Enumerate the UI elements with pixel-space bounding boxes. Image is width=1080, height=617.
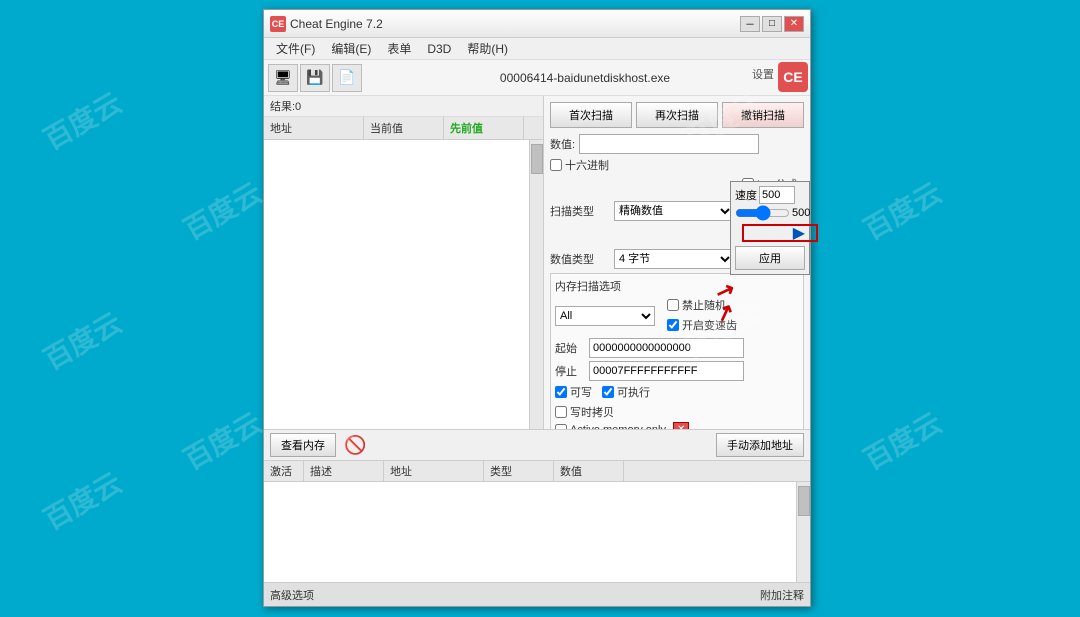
stop-input[interactable] bbox=[589, 361, 744, 381]
addr-table-body bbox=[264, 482, 810, 582]
menu-edit[interactable]: 编辑(E) bbox=[323, 38, 379, 59]
scan-type-select[interactable]: 精确数值 bbox=[614, 201, 734, 221]
cancel-icon[interactable]: 🚫 bbox=[344, 435, 366, 456]
right-panel: 首次扫描 再次扫描 撤销扫描 数值: 十六进制 扫描类型 精确数值 bbox=[544, 96, 810, 429]
speedhack-row: 开启变速齿 bbox=[667, 317, 737, 333]
cow-label: 写时拷贝 bbox=[570, 404, 614, 420]
memory-region-select[interactable]: All bbox=[555, 306, 655, 326]
value-input[interactable] bbox=[579, 134, 759, 154]
hex-label: 十六进制 bbox=[565, 157, 609, 173]
scan-options-group: 内存扫描选项 All 禁止随机 开启变速齿 bbox=[550, 273, 804, 429]
cow-row: 写时拷贝 bbox=[555, 404, 799, 420]
active-memory-label: Active memory only bbox=[570, 424, 666, 430]
speedhack-checkbox[interactable] bbox=[667, 319, 679, 331]
close-button[interactable]: ✕ bbox=[784, 16, 804, 32]
slider-value: 500 bbox=[792, 207, 810, 219]
speedhack-panel: 速度 500 ▶ 应用 bbox=[730, 181, 810, 275]
no-random-label: 禁止随机 bbox=[682, 297, 726, 313]
window-title: Cheat Engine 7.2 bbox=[290, 17, 740, 31]
add-note-label[interactable]: 附加注释 bbox=[760, 587, 804, 603]
bottom-toolbar: 查看内存 🚫 手动添加地址 bbox=[264, 430, 810, 460]
menu-help[interactable]: 帮助(H) bbox=[459, 38, 516, 59]
left-panel: 结果:0 地址 当前值 先前值 bbox=[264, 96, 544, 429]
start-input[interactable] bbox=[589, 338, 744, 358]
bottom-panel: 查看内存 🚫 手动添加地址 激活 描述 地址 类型 数值 高级选项 附加注释 bbox=[264, 429, 810, 606]
col-desc: 描述 bbox=[304, 461, 384, 481]
addr-table-header: 激活 描述 地址 类型 数值 bbox=[264, 460, 810, 482]
settings-label[interactable]: 设置 bbox=[752, 66, 774, 82]
executable-checkbox[interactable] bbox=[602, 386, 614, 398]
scan-type-label: 扫描类型 bbox=[550, 203, 610, 219]
apply-btn[interactable]: 应用 bbox=[735, 246, 805, 270]
footer-bar: 高级选项 附加注释 bbox=[264, 582, 810, 606]
speed-slider[interactable] bbox=[735, 206, 790, 220]
next-scan-btn[interactable]: 再次扫描 bbox=[636, 102, 718, 128]
ce-logo: CE bbox=[778, 62, 808, 92]
main-window: CE Cheat Engine 7.2 － □ ✕ 文件(F) 编辑(E) 表单… bbox=[263, 9, 811, 607]
hex-checkbox[interactable] bbox=[550, 159, 562, 171]
title-bar: CE Cheat Engine 7.2 － □ ✕ bbox=[264, 10, 810, 38]
speed-row: 速度 bbox=[735, 186, 805, 204]
no-random-checkbox[interactable] bbox=[667, 299, 679, 311]
value-type-label: 数值类型 bbox=[550, 251, 610, 267]
slider-row: 500 bbox=[735, 206, 805, 220]
toolbar: 🖥 💾 📄 00006414-baidunetdiskhost.exe 设置 C… bbox=[264, 60, 810, 96]
start-label: 起始 bbox=[555, 340, 585, 356]
start-row: 起始 bbox=[555, 338, 799, 358]
content-area: 结果:0 地址 当前值 先前值 首次扫描 再次扫描 撤销扫描 数值: bbox=[264, 96, 810, 429]
menu-table[interactable]: 表单 bbox=[379, 38, 419, 59]
active-memory-x-btn[interactable]: ✕ bbox=[673, 422, 689, 429]
col-value: 数值 bbox=[554, 461, 624, 481]
scan-options-title: 内存扫描选项 bbox=[555, 278, 799, 294]
col-previous: 先前值 bbox=[444, 117, 524, 139]
hex-row: 十六进制 bbox=[550, 157, 804, 173]
results-count: 结果:0 bbox=[264, 96, 543, 117]
menu-file[interactable]: 文件(F) bbox=[268, 38, 323, 59]
process-title: 00006414-baidunetdiskhost.exe bbox=[364, 71, 806, 85]
first-scan-btn[interactable]: 首次扫描 bbox=[550, 102, 632, 128]
col-address: 地址 bbox=[264, 117, 364, 139]
toolbar-save-btn[interactable]: 💾 bbox=[300, 64, 330, 92]
value-row: 数值: bbox=[550, 134, 804, 154]
blue-arrow-icon: ▶ bbox=[735, 223, 805, 243]
writable-checkbox[interactable] bbox=[555, 386, 567, 398]
col-current: 当前值 bbox=[364, 117, 444, 139]
maximize-button[interactable]: □ bbox=[762, 16, 782, 32]
toolbar-doc-btn[interactable]: 📄 bbox=[332, 64, 362, 92]
col-type: 类型 bbox=[484, 461, 554, 481]
speed-label: 速度 bbox=[735, 187, 757, 203]
scan-table-header: 地址 当前值 先前值 bbox=[264, 117, 543, 140]
stop-label: 停止 bbox=[555, 363, 585, 379]
executable-label: 可执行 bbox=[617, 384, 650, 400]
active-memory-checkbox[interactable] bbox=[555, 424, 567, 430]
advanced-label[interactable]: 高级选项 bbox=[270, 587, 314, 603]
scan-results-list bbox=[264, 140, 543, 429]
active-memory-row: Active memory only ✕ bbox=[555, 422, 799, 429]
speed-input[interactable] bbox=[759, 186, 795, 204]
writable-row: 可写 bbox=[555, 384, 592, 400]
ce-title-icon: CE bbox=[270, 16, 286, 32]
toolbar-monitor-btn[interactable]: 🖥 bbox=[268, 64, 298, 92]
col-addr: 地址 bbox=[384, 461, 484, 481]
value-label: 数值: bbox=[550, 136, 575, 152]
stop-row: 停止 bbox=[555, 361, 799, 381]
title-bar-buttons: － □ ✕ bbox=[740, 16, 804, 32]
menu-d3d[interactable]: D3D bbox=[419, 40, 459, 58]
value-type-select[interactable]: 4 字节 bbox=[614, 249, 734, 269]
speedhack-label: 开启变速齿 bbox=[682, 317, 737, 333]
cancel-scan-btn[interactable]: 撤销扫描 bbox=[722, 102, 804, 128]
menu-bar: 文件(F) 编辑(E) 表单 D3D 帮助(H) bbox=[264, 38, 810, 60]
no-random-row: 禁止随机 bbox=[667, 297, 737, 313]
executable-row: 可执行 bbox=[602, 384, 650, 400]
scan-buttons-group: 首次扫描 再次扫描 撤销扫描 bbox=[550, 102, 804, 128]
manual-add-btn[interactable]: 手动添加地址 bbox=[716, 433, 804, 457]
col-activate: 激活 bbox=[264, 461, 304, 481]
minimize-button[interactable]: － bbox=[740, 16, 760, 32]
cow-checkbox[interactable] bbox=[555, 406, 567, 418]
writable-label: 可写 bbox=[570, 384, 592, 400]
view-memory-btn[interactable]: 查看内存 bbox=[270, 433, 336, 457]
